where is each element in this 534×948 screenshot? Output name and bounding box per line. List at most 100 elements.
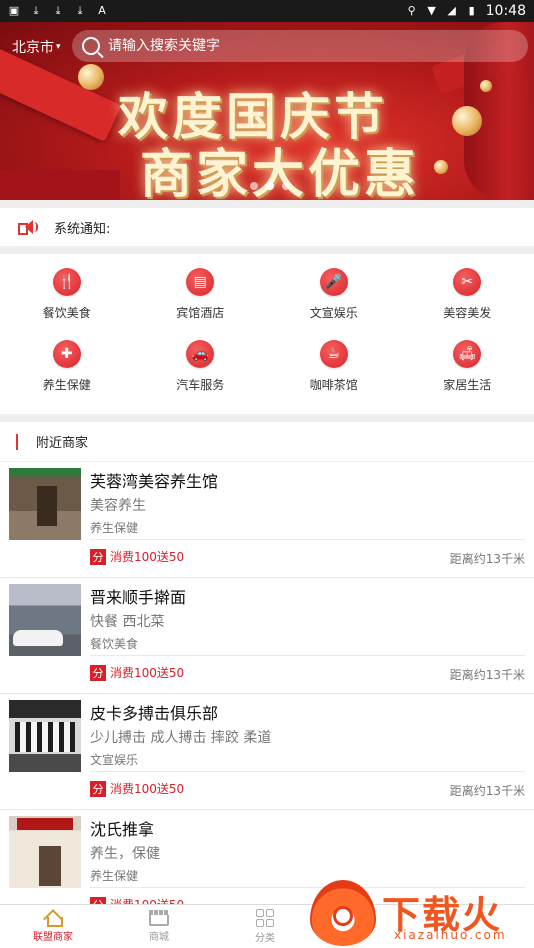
merchant-category: 养生保健	[90, 869, 139, 883]
merchant-item[interactable]: 皮卡多搏击俱乐部 少儿搏击 成人搏击 摔跤 柔道 文宣娱乐 分 消费100送50…	[0, 694, 534, 810]
divider	[90, 539, 525, 540]
system-notice[interactable]: 系统通知:	[0, 208, 534, 246]
merchant-photo	[9, 584, 81, 656]
beauty-icon: ✂	[453, 268, 482, 296]
download-icon: ⤓	[55, 4, 61, 17]
category-label: 咖啡茶馆	[309, 378, 358, 392]
promo-badge: 分	[90, 548, 106, 565]
grid-icon	[256, 909, 274, 927]
battery-icon: ▮	[468, 4, 475, 17]
font-icon: A	[98, 4, 106, 17]
merchant-distance: 距离约13千米	[449, 668, 525, 682]
merchant-tags: 快餐 西北菜	[90, 614, 165, 630]
promo-badge: 分	[90, 664, 106, 681]
category-label: 汽车服务	[176, 378, 225, 392]
category-label: 家居生活	[443, 378, 492, 392]
location-icon: ⚲	[407, 4, 416, 17]
search-bar[interactable]	[72, 30, 528, 62]
merchant-category: 餐饮美食	[90, 637, 139, 651]
banner-pager	[250, 182, 290, 190]
tab-mall[interactable]: 商城	[106, 905, 212, 948]
tab-category[interactable]: 分类	[212, 905, 318, 948]
city-label: 北京市	[12, 40, 54, 56]
merchant-category: 文宣娱乐	[90, 753, 139, 767]
tab-label: 分类	[255, 933, 275, 944]
promo-text: 消费100送50	[110, 550, 185, 564]
section-accent-bar	[16, 433, 18, 450]
merchant-tags: 美容养生	[90, 498, 146, 514]
coffee-icon: ☕	[319, 340, 348, 368]
signal-icon: ◢	[447, 4, 456, 17]
hotel-icon: ▤	[186, 268, 215, 296]
status-bar: ▣ ⤓ ⤓ ⤓ A ⚲ ▼ ◢ ▮ 10:48	[0, 0, 534, 22]
category-item-hotel[interactable]: ▤ 宾馆酒店	[134, 268, 268, 340]
merchant-name: 皮卡多搏击俱乐部	[90, 704, 219, 723]
wifi-icon: ▼	[427, 4, 436, 17]
speaker-icon	[18, 220, 38, 235]
promo-info: 分 消费100送50	[90, 548, 184, 565]
status-time: 10:48	[485, 3, 526, 19]
car-icon: 🚗	[186, 340, 215, 368]
merchant-tags: 少儿搏击 成人搏击 摔跤 柔道	[90, 730, 272, 746]
category-item-home[interactable]: 🛋 家居生活	[401, 340, 534, 412]
search-input[interactable]	[108, 38, 488, 54]
merchant-tags: 养生，保健	[90, 846, 160, 862]
merchant-distance: 距离约13千米	[449, 552, 525, 566]
category-item-coffee[interactable]: ☕ 咖啡茶馆	[267, 340, 401, 412]
merchant-name: 芙蓉湾美容养生馆	[90, 472, 219, 491]
merchant-category: 养生保健	[90, 521, 139, 535]
download-icon: ⤓	[77, 4, 83, 17]
category-item-beauty[interactable]: ✂ 美容美发	[401, 268, 534, 340]
merchant-item[interactable]: 晋来顺手擀面 快餐 西北菜 餐饮美食 分 消费100送50 距离约13千米	[0, 578, 534, 694]
category-item-entertainment[interactable]: 🎤 文宣娱乐	[267, 268, 401, 340]
pager-dot-active[interactable]	[266, 182, 274, 190]
banner-ornament	[452, 106, 482, 136]
tab-label: 商城	[149, 932, 169, 943]
banner-ornament	[480, 80, 492, 92]
notice-label: 系统通知:	[54, 221, 111, 237]
category-item-health[interactable]: ✚ 养生保健	[0, 340, 134, 412]
pager-dot[interactable]	[282, 182, 290, 190]
health-cross-icon: ✚	[52, 340, 81, 368]
screenshot-icon: ▣	[8, 4, 20, 17]
shop-icon	[149, 910, 169, 926]
divider	[90, 655, 525, 656]
category-label: 养生保健	[42, 378, 91, 392]
pager-dot[interactable]	[250, 182, 258, 190]
promo-info: 分 消费100送50	[90, 664, 184, 681]
promo-info: 分 消费100送50	[90, 780, 184, 797]
microphone-icon: 🎤	[319, 268, 348, 296]
city-selector[interactable]: 北京市 ▾	[12, 37, 61, 57]
merchant-photo	[9, 700, 81, 772]
promo-text: 消费100送50	[110, 782, 185, 796]
divider	[90, 771, 525, 772]
category-label: 文宣娱乐	[309, 306, 358, 320]
category-label: 宾馆酒店	[176, 306, 225, 320]
merchant-distance: 距离约13千米	[449, 784, 525, 798]
promo-badge: 分	[90, 780, 106, 797]
merchant-list: 芙蓉湾美容养生馆 美容养生 养生保健 分 消费100送50 距离约13千米 晋来…	[0, 462, 534, 926]
banner-ornament	[78, 64, 104, 90]
tab-alliance-merchants[interactable]: 联盟商家	[0, 905, 106, 948]
divider	[90, 887, 525, 888]
category-item-dining[interactable]: 🍴 餐饮美食	[0, 268, 134, 340]
merchant-name: 晋来顺手擀面	[90, 588, 187, 607]
banner-ornament	[434, 160, 448, 174]
category-grid: 🍴 餐饮美食 ▤ 宾馆酒店 🎤 文宣娱乐 ✂ 美容美发 ✚ 养生保健 🚗 汽车服…	[0, 254, 534, 414]
search-icon	[82, 37, 100, 55]
chevron-down-icon: ▾	[56, 42, 61, 52]
category-label: 美容美发	[443, 306, 492, 320]
merchant-item[interactable]: 芙蓉湾美容养生馆 美容养生 养生保健 分 消费100送50 距离约13千米	[0, 462, 534, 578]
category-label: 餐饮美食	[42, 306, 91, 320]
category-item-auto[interactable]: 🚗 汽车服务	[134, 340, 268, 412]
sofa-icon: 🛋	[453, 340, 482, 368]
utensils-icon: 🍴	[52, 268, 81, 296]
merchant-photo	[9, 468, 81, 540]
promo-text: 消费100送50	[110, 666, 185, 680]
bottom-nav: 联盟商家 商城 分类	[0, 904, 534, 948]
home-icon	[44, 910, 63, 927]
banner-gift	[0, 170, 120, 200]
download-icon: ⤓	[33, 4, 39, 17]
nearby-section-header: 附近商家	[0, 422, 534, 462]
section-title: 附近商家	[36, 436, 89, 451]
